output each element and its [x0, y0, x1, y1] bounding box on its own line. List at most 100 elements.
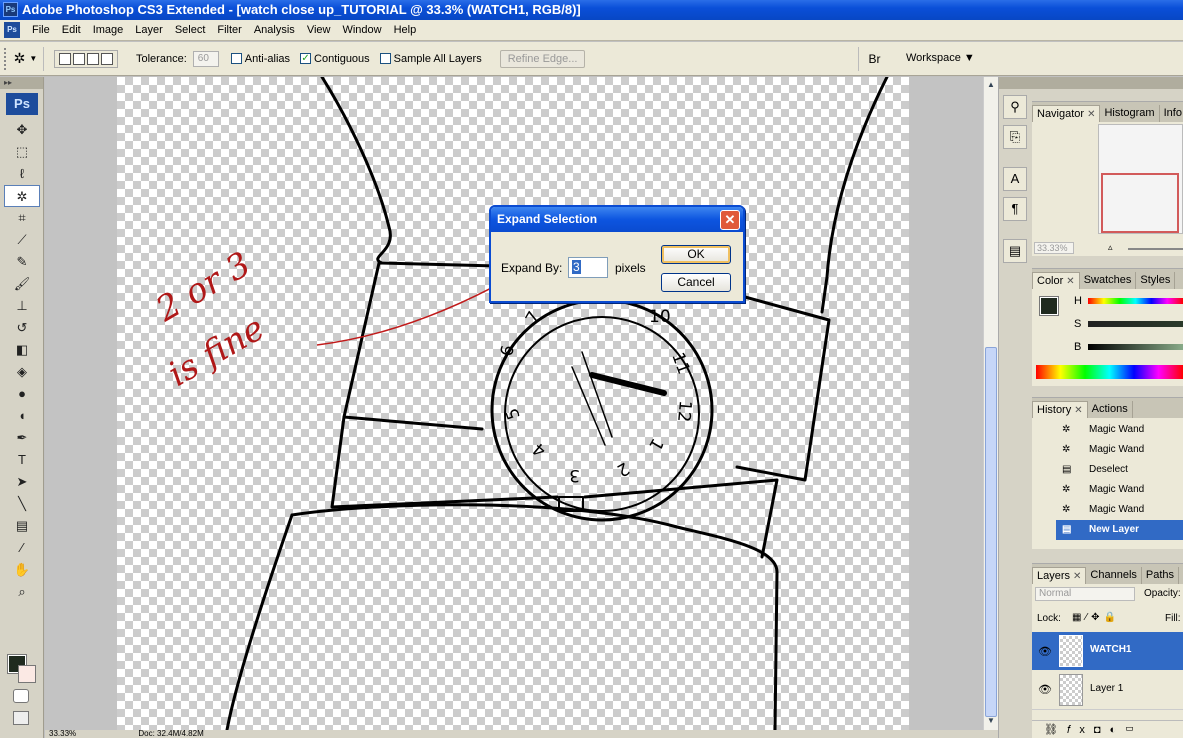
background-color-swatch[interactable]: [18, 665, 36, 683]
menu-help[interactable]: Help: [388, 20, 423, 41]
zoom-icon[interactable]: ⌕: [4, 581, 40, 603]
ok-button[interactable]: OK: [661, 245, 731, 264]
menu-analysis[interactable]: Analysis: [248, 20, 301, 41]
notes-icon[interactable]: ▤: [4, 515, 40, 537]
history-item[interactable]: ▤ Deselect: [1032, 460, 1183, 480]
quick-mask-icon[interactable]: [13, 689, 29, 703]
color-panel-foreground[interactable]: [1039, 296, 1059, 316]
line-icon[interactable]: ╲: [4, 493, 40, 515]
navigator-zoom-input[interactable]: 33.33%: [1034, 242, 1074, 254]
close-icon[interactable]: ✕: [1066, 276, 1074, 287]
history-item-selected[interactable]: ▤ New Layer: [1056, 520, 1183, 540]
layer-row[interactable]: 👁 Layer 1: [1032, 670, 1183, 710]
right-panels-header[interactable]: [1032, 77, 1183, 89]
tolerance-input[interactable]: 60: [192, 50, 219, 67]
bridge-icon[interactable]: Br: [858, 47, 890, 71]
close-icon[interactable]: ✕: [1087, 109, 1095, 120]
menu-edit[interactable]: Edit: [56, 20, 87, 41]
tools-panel-header[interactable]: ▸▸: [0, 77, 43, 89]
brightness-slider[interactable]: [1088, 344, 1183, 350]
menu-select[interactable]: Select: [169, 20, 212, 41]
tab-history[interactable]: History ✕: [1032, 401, 1088, 418]
magic-wand-icon[interactable]: ✲: [4, 185, 40, 207]
paragraph-icon[interactable]: ¶: [1003, 197, 1027, 221]
pen-icon[interactable]: ✒: [4, 427, 40, 449]
tab-paths[interactable]: Paths: [1142, 567, 1180, 584]
move-icon[interactable]: ✥: [4, 119, 40, 141]
color-ramp[interactable]: [1036, 365, 1183, 379]
lock-icons[interactable]: ▦⁄✥🔒: [1072, 612, 1120, 623]
hand-icon[interactable]: ✋: [4, 559, 40, 581]
tab-styles[interactable]: Styles: [1136, 272, 1176, 289]
type-icon[interactable]: T: [4, 449, 40, 471]
clone-stamp-icon[interactable]: ⊥: [4, 295, 40, 317]
tab-info[interactable]: Info: [1160, 105, 1183, 122]
eraser-icon[interactable]: ◧: [4, 339, 40, 361]
eyedropper-icon[interactable]: ⁄: [4, 537, 40, 559]
blend-mode-select[interactable]: Normal: [1035, 587, 1135, 601]
tab-histogram[interactable]: Histogram: [1100, 105, 1160, 122]
layer-comps-icon[interactable]: ▤: [1003, 239, 1027, 263]
workspace-menu[interactable]: Workspace ▼: [906, 52, 975, 64]
sample-all-layers-checkbox[interactable]: [379, 53, 391, 64]
scroll-down-icon[interactable]: ▼: [985, 715, 997, 727]
menu-view[interactable]: View: [301, 20, 337, 41]
selection-mode-buttons[interactable]: [54, 49, 118, 68]
menu-file[interactable]: File: [26, 20, 56, 41]
paint-bucket-icon[interactable]: ◈: [4, 361, 40, 383]
blur-icon[interactable]: ●: [4, 383, 40, 405]
crop-icon[interactable]: ⌗: [4, 207, 40, 229]
add-selection-icon[interactable]: [73, 52, 85, 65]
close-icon[interactable]: ✕: [1073, 571, 1081, 582]
menu-window[interactable]: Window: [336, 20, 387, 41]
scroll-up-icon[interactable]: ▲: [985, 79, 997, 91]
lasso-icon[interactable]: ℓ: [4, 163, 40, 185]
navigator-thumbnail[interactable]: [1098, 124, 1183, 234]
screen-mode-icon[interactable]: [13, 711, 29, 725]
menu-layer[interactable]: Layer: [129, 20, 169, 41]
canvas[interactable]: 10 11 12 1 2 3 4 5 6 7 2 or 3 is fine: [117, 77, 909, 730]
layer-name[interactable]: Layer 1: [1090, 683, 1123, 694]
marquee-icon[interactable]: ⬚: [4, 141, 40, 163]
refine-edge-button[interactable]: Refine Edge...: [499, 49, 586, 68]
vertical-scrollbar[interactable]: ▲ ▼: [983, 77, 998, 730]
menu-image[interactable]: Image: [87, 20, 130, 41]
saturation-slider[interactable]: [1088, 321, 1183, 327]
character-icon[interactable]: A: [1003, 167, 1027, 191]
contiguous-checkbox[interactable]: ✓: [300, 53, 312, 64]
new-selection-icon[interactable]: [59, 52, 71, 65]
slice-icon[interactable]: ⟋: [4, 229, 40, 251]
history-item[interactable]: ✲ Magic Wand: [1032, 440, 1183, 460]
close-icon[interactable]: ✕: [1074, 405, 1082, 416]
hue-slider[interactable]: [1088, 298, 1183, 304]
ps-logo-button[interactable]: Ps: [6, 93, 38, 115]
navigator-zoom-slider[interactable]: [1128, 248, 1183, 250]
dialog-title[interactable]: Expand Selection: [491, 207, 743, 232]
history-item[interactable]: ✲ Magic Wand: [1032, 420, 1183, 440]
zoom-out-icon[interactable]: ▵: [1108, 242, 1113, 253]
close-icon[interactable]: ✕: [720, 210, 740, 230]
tab-color[interactable]: Color ✕: [1032, 272, 1080, 289]
layer-name[interactable]: WATCH1: [1090, 644, 1131, 655]
intersect-selection-icon[interactable]: [101, 52, 113, 65]
layer-row-selected[interactable]: 👁 WATCH1: [1032, 632, 1183, 670]
layers-footer-buttons[interactable]: ⛓𝑓x◘◐▭: [1032, 720, 1183, 738]
tab-navigator[interactable]: Navigator ✕: [1032, 105, 1101, 122]
brush-icon[interactable]: 🖌: [4, 273, 40, 295]
history-item[interactable]: ✲ Magic Wand: [1032, 480, 1183, 500]
anti-alias-checkbox[interactable]: [230, 53, 242, 64]
healing-brush-icon[interactable]: ✎: [4, 251, 40, 273]
cancel-button[interactable]: Cancel: [661, 273, 731, 292]
navigator-view-box[interactable]: [1101, 173, 1179, 233]
path-select-icon[interactable]: ➤: [4, 471, 40, 493]
tool-preset-picker[interactable]: ✲ ▼: [8, 46, 44, 71]
dodge-icon[interactable]: ◖: [4, 405, 40, 427]
document-menu-icon[interactable]: Ps: [4, 22, 20, 38]
scrollbar-thumb[interactable]: [985, 347, 997, 717]
history-item[interactable]: ✲ Magic Wand: [1032, 500, 1183, 520]
expand-by-input[interactable]: 3: [568, 257, 608, 278]
icon-column-header[interactable]: [999, 77, 1032, 89]
visibility-eye-icon[interactable]: 👁: [1038, 645, 1052, 658]
tab-channels[interactable]: Channels: [1086, 567, 1142, 584]
clone-source-icon[interactable]: ⎘: [1003, 125, 1027, 149]
